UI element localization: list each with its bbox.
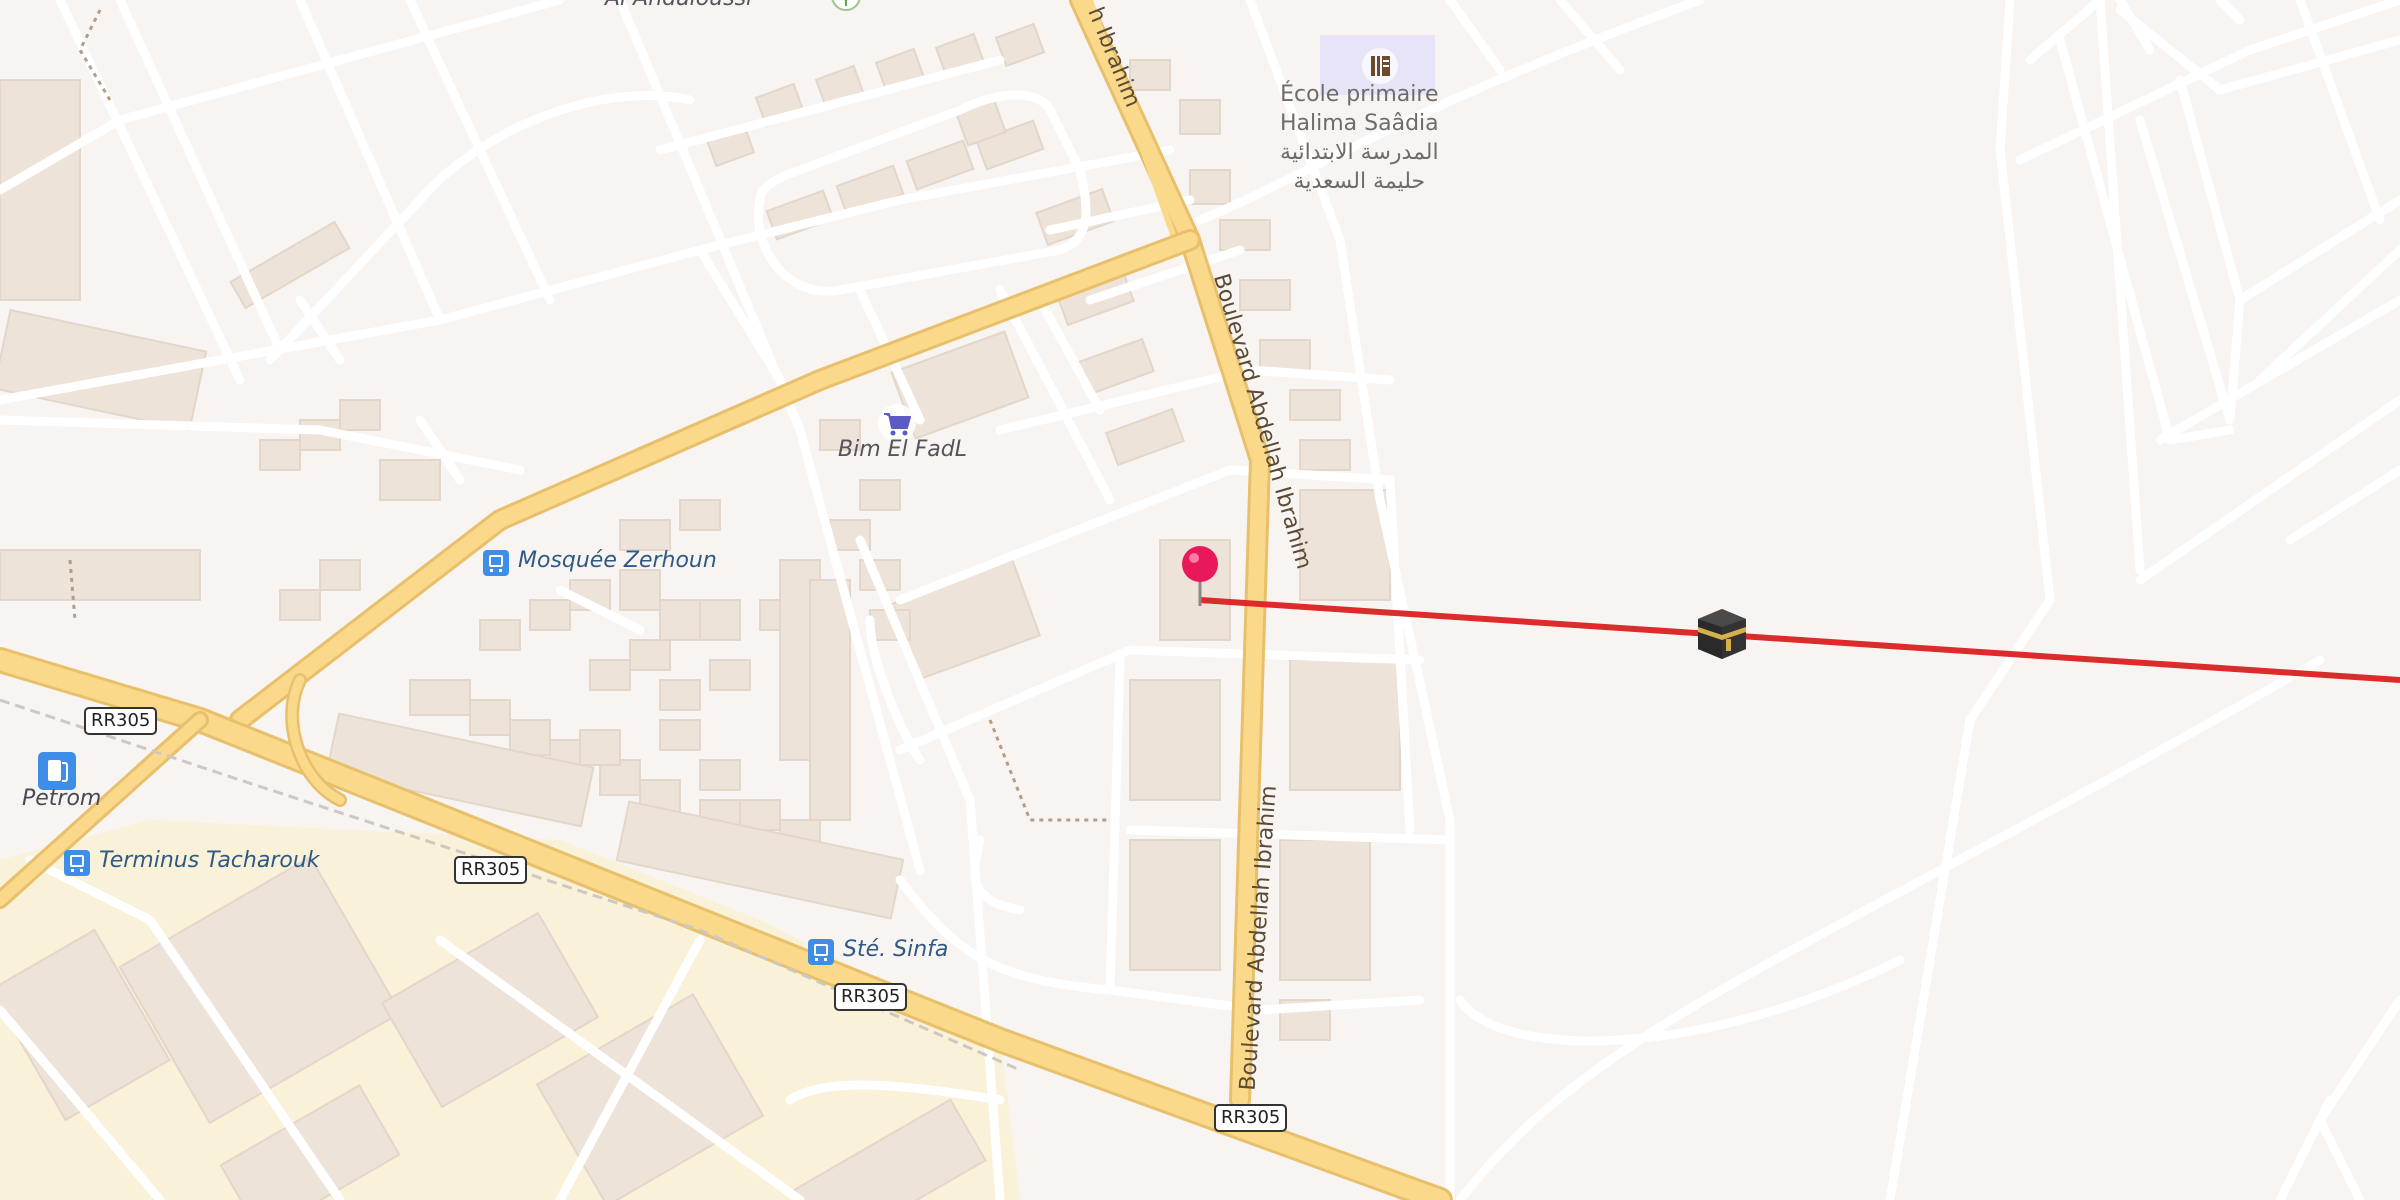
path-dashed <box>988 719 1110 822</box>
bus-stop-label-terminus: Terminus Tacharouk <box>99 848 320 873</box>
school-label-fr-2: Halima Saâdia <box>1280 111 1439 136</box>
fuel-station-label: Petrom <box>22 786 102 811</box>
school-label-ar-2: حليمة السعدية <box>1293 169 1426 194</box>
road-shield-rr305: RR305 <box>454 856 528 884</box>
bus-stop-icon[interactable] <box>64 850 90 876</box>
map-canvas[interactable]: Al Andaloussi École primaire Halima Saâd… <box>0 0 2400 1200</box>
bus-stop-icon[interactable] <box>483 550 509 576</box>
road-shield-rr305: RR305 <box>1214 1104 1288 1132</box>
bus-stop-label-sinfa: Sté. Sinfa <box>843 937 949 962</box>
bus-stop-icon[interactable] <box>808 939 834 965</box>
school-label: École primaire Halima Saâdia المدرسة الا… <box>1280 80 1439 196</box>
kaaba-icon <box>1698 609 1746 659</box>
bus-stop-label-mosquee: Mosquée Zerhoun <box>518 548 717 573</box>
school-label-fr-1: École primaire <box>1280 82 1439 107</box>
park-icon <box>831 0 861 11</box>
location-pin-icon[interactable] <box>1178 544 1222 614</box>
school-label-ar-1: المدرسة الابتدائية <box>1280 140 1439 165</box>
fuel-station-icon[interactable] <box>38 752 76 790</box>
road-shield-rr305: RR305 <box>84 707 158 735</box>
top-poi-label: Al Andaloussi <box>605 0 752 11</box>
shop-label: Bim El FadL <box>838 437 967 462</box>
road-shield-rr305: RR305 <box>834 983 908 1011</box>
